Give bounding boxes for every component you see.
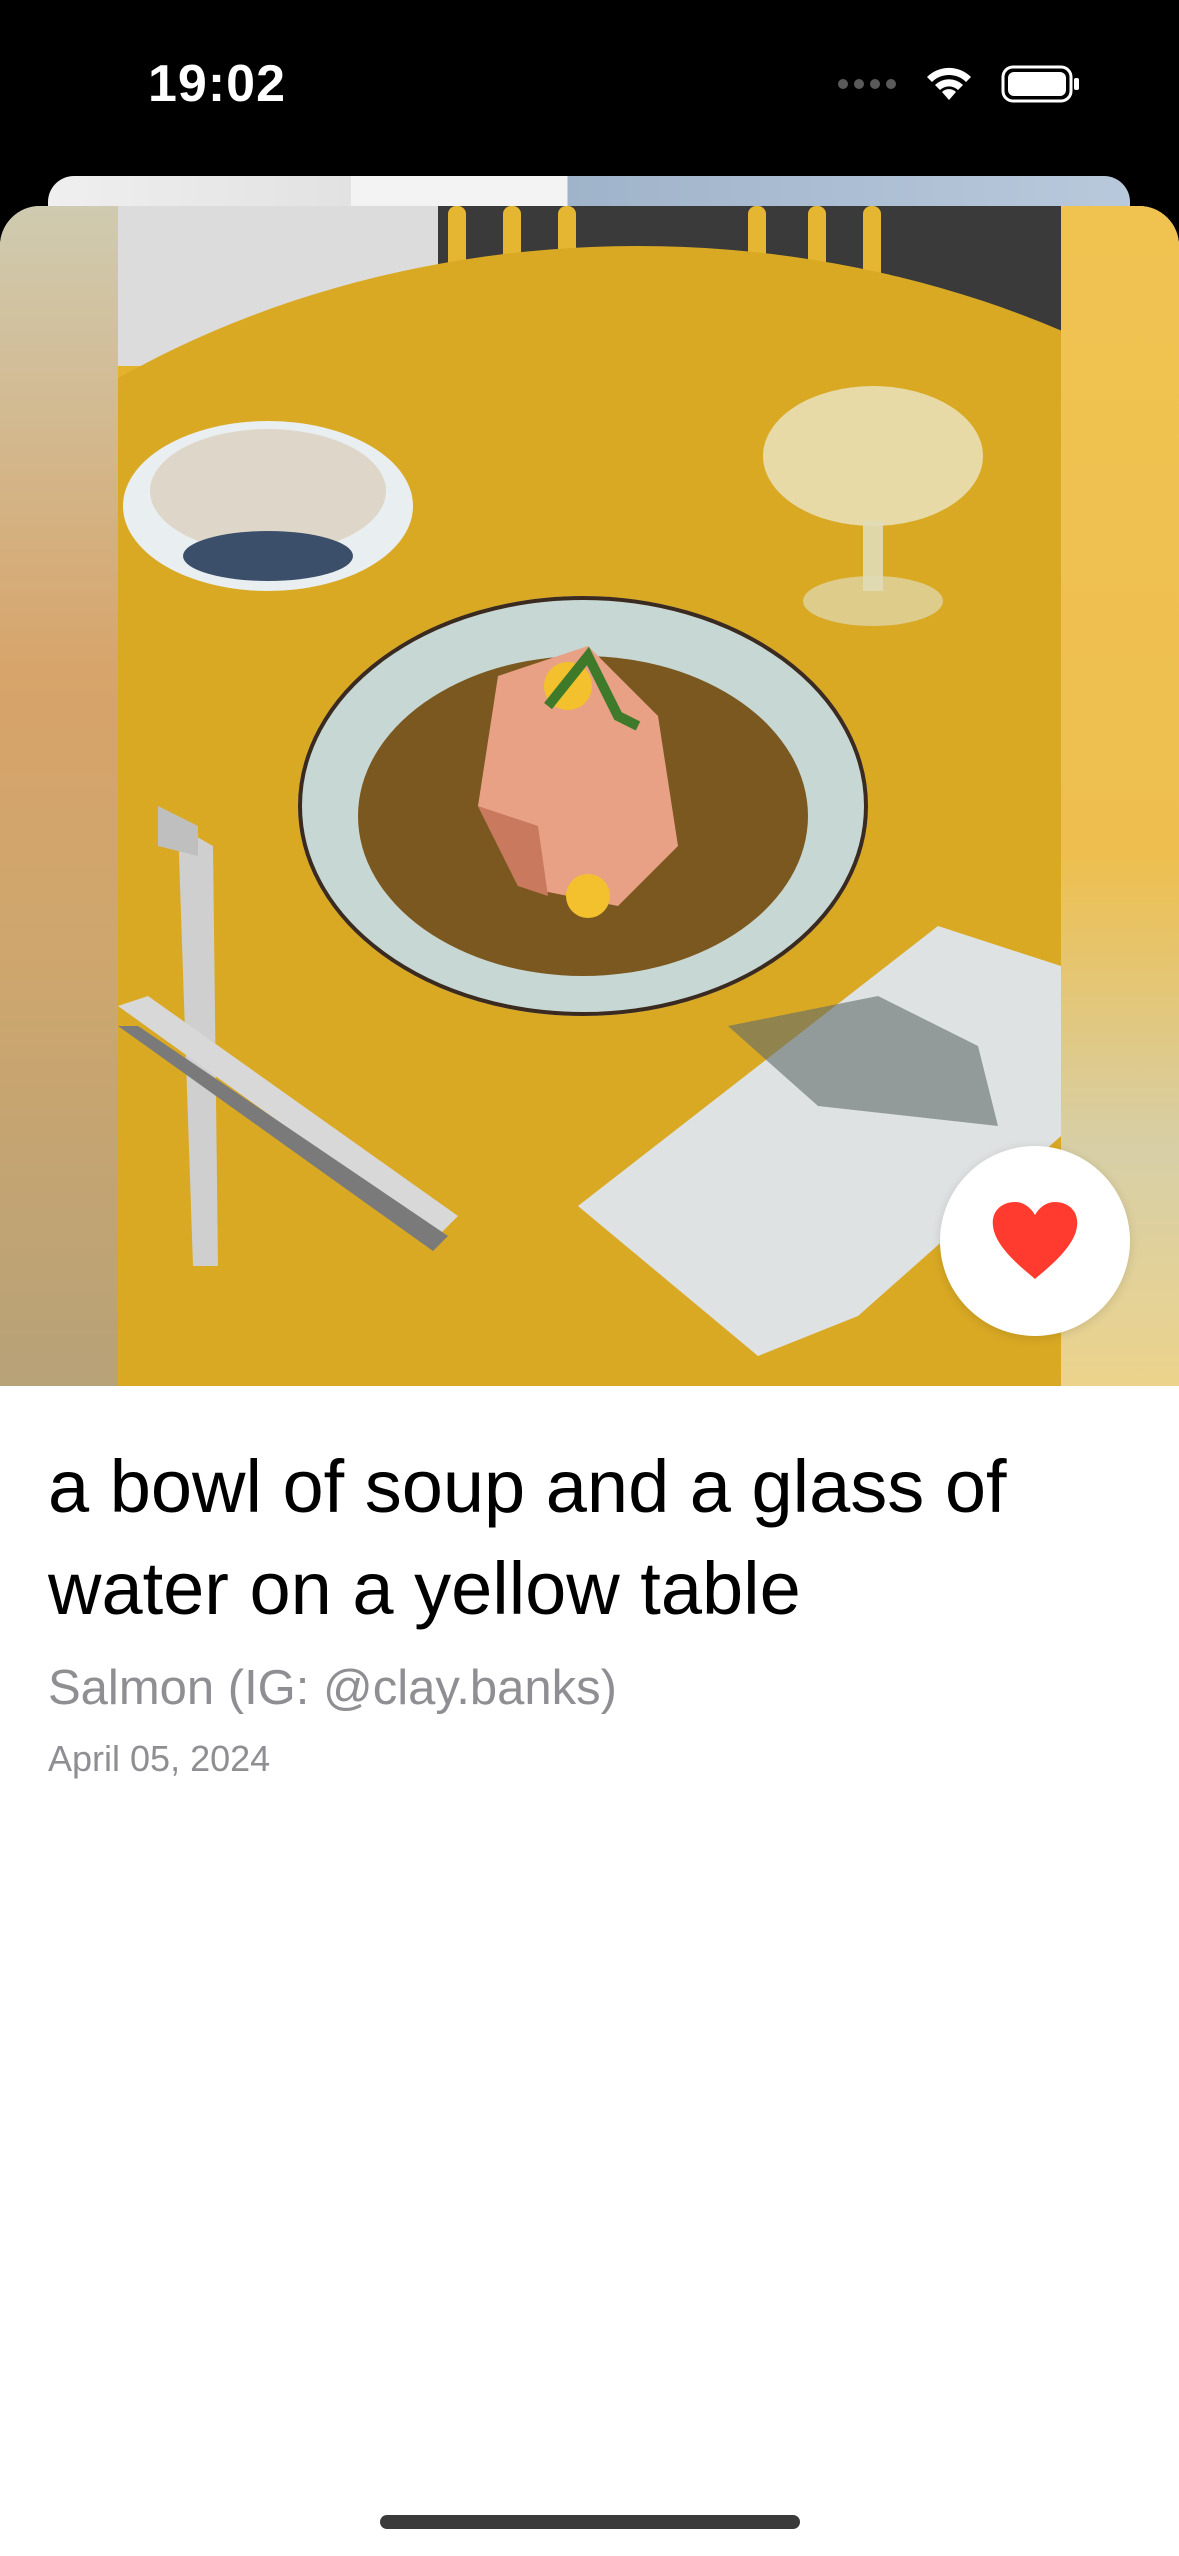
wifi-icon — [923, 64, 975, 109]
hero-blur-left — [0, 206, 118, 1386]
photo-detail-sheet: a bowl of soup and a glass of water on a… — [0, 206, 1179, 2556]
favorite-button[interactable] — [940, 1146, 1130, 1336]
status-icons — [837, 64, 1081, 109]
photo-info: a bowl of soup and a glass of water on a… — [48, 1436, 1128, 1780]
food-photo[interactable] — [118, 206, 1061, 1386]
cellular-dots-icon — [837, 77, 897, 96]
status-bar: 19:02 — [0, 0, 1179, 176]
heart-icon — [992, 1202, 1078, 1279]
screen: 19:02 a bowl of soup and a glass of wate… — [0, 0, 1179, 2556]
battery-icon — [1001, 64, 1081, 109]
photo-date: April 05, 2024 — [48, 1738, 271, 1779]
status-time: 19:02 — [148, 55, 286, 113]
home-indicator[interactable] — [380, 2515, 800, 2529]
photo-author[interactable]: Salmon (IG: @clay.banks) — [48, 1660, 1128, 1716]
photo-title: a bowl of soup and a glass of water on a… — [48, 1445, 1007, 1630]
